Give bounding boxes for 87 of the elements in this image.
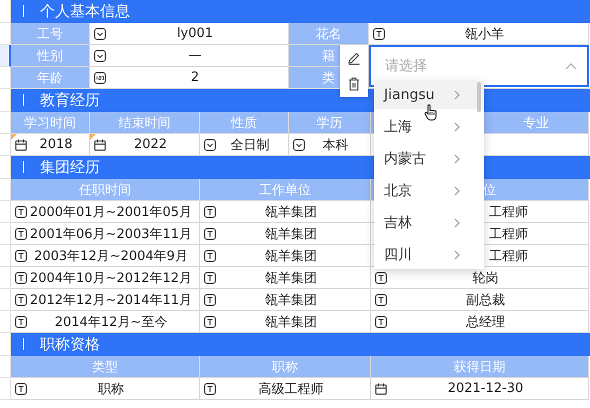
table-cell: 高级工程师	[200, 378, 371, 400]
text-type-icon	[204, 382, 216, 394]
table-cell: 瓴羊集团	[200, 245, 371, 267]
column-header: 类型	[11, 356, 200, 378]
text-type-icon	[204, 250, 216, 262]
menu-item[interactable]: 上海	[374, 113, 484, 141]
chevron-right-icon	[454, 218, 460, 228]
column-header: 获得日期	[371, 356, 589, 378]
table-cell: 瓴羊集团	[200, 223, 371, 245]
dropdown-type-icon	[293, 138, 305, 150]
text-type-icon	[15, 228, 27, 240]
dropdown-type-icon	[94, 50, 106, 62]
row-gutter	[0, 134, 11, 156]
row-gutter	[0, 201, 11, 223]
menu-item[interactable]: 内蒙古	[374, 145, 484, 173]
edit-icon	[347, 51, 361, 65]
number-type-icon	[94, 72, 106, 84]
field-value[interactable]: —	[90, 45, 289, 67]
hand-cursor-icon	[424, 104, 438, 121]
text-type-icon	[204, 206, 216, 218]
column-header: 专业	[484, 112, 589, 134]
row-gutter	[0, 245, 11, 267]
chevron-right-icon	[454, 186, 460, 196]
text-type-icon	[204, 316, 216, 328]
table-cell: 瓴羊集团	[200, 201, 371, 223]
column-header: 性质	[200, 112, 289, 134]
chevron-right-icon	[454, 122, 460, 132]
text-type-icon	[375, 294, 387, 306]
table-cell: 2004年10月~2012年12月	[11, 267, 200, 289]
field-label: 工号	[11, 23, 90, 45]
text-type-icon	[15, 316, 27, 328]
section-marker	[23, 338, 24, 350]
delete-icon	[348, 77, 360, 91]
chevron-right-icon	[454, 90, 460, 100]
column-header: 职称	[200, 356, 371, 378]
text-type-icon	[15, 382, 27, 394]
table-cell: 2012年12月~2014年11月	[11, 289, 200, 311]
chevron-right-icon	[454, 250, 460, 260]
dropdown-type-icon	[94, 28, 106, 40]
field-value[interactable]: ly001	[90, 23, 289, 45]
column-header: 工作单位	[200, 179, 371, 201]
table-cell: 职称	[11, 378, 200, 400]
text-type-icon	[15, 250, 27, 262]
text-type-icon	[375, 272, 387, 284]
column-header: 学历	[289, 112, 371, 134]
table-cell: 瓴羊集团	[200, 267, 371, 289]
text-type-icon	[15, 294, 27, 306]
column-header: 学习时间	[11, 112, 90, 134]
text-type-icon	[204, 228, 216, 240]
caret-up-icon	[565, 62, 577, 70]
text-type-icon	[204, 294, 216, 306]
section-marker	[23, 161, 24, 173]
calendar-icon	[15, 138, 27, 150]
column-header: 结束时间	[90, 112, 200, 134]
text-type-icon	[204, 272, 216, 284]
section-marker	[23, 5, 24, 17]
row-gutter	[0, 223, 11, 245]
dropdown-type-icon	[204, 138, 216, 150]
text-type-icon	[375, 316, 387, 328]
table-cell: 2003年12月~2004年9月	[11, 245, 200, 267]
table-cell: 2001年06月~2003年11月	[11, 223, 200, 245]
scrollbar-thumb[interactable]	[477, 82, 481, 112]
chevron-right-icon	[454, 154, 460, 164]
section-title: 职称资格	[40, 334, 100, 354]
row-gutter	[0, 311, 11, 333]
row-gutter	[0, 267, 11, 289]
field-label: 年龄	[11, 67, 90, 89]
table-cell: 瓴羊集团	[200, 289, 371, 311]
calendar-icon	[375, 382, 387, 394]
section-title: 集团经历	[40, 158, 100, 176]
text-type-icon	[15, 206, 27, 218]
menu-item[interactable]: Jiangsu	[374, 81, 484, 109]
text-type-icon	[15, 272, 27, 284]
column-header: 任职时间	[11, 179, 200, 201]
table-cell: 副总裁	[371, 289, 589, 311]
row-gutter	[0, 378, 11, 400]
section-marker	[23, 94, 24, 106]
field-label: 性别	[11, 45, 90, 67]
text-type-icon	[373, 28, 385, 40]
row-gutter	[0, 289, 11, 311]
calendar-icon	[94, 138, 106, 150]
section-title: 教育经历	[40, 90, 100, 110]
table-cell: 2021-12-30	[371, 378, 589, 400]
table-cell: 2000年01月~2001年05月	[11, 201, 200, 223]
table-cell: 轮岗	[371, 267, 589, 289]
field-label: 花名	[289, 23, 369, 45]
section-title: 个人基本信息	[40, 2, 130, 20]
